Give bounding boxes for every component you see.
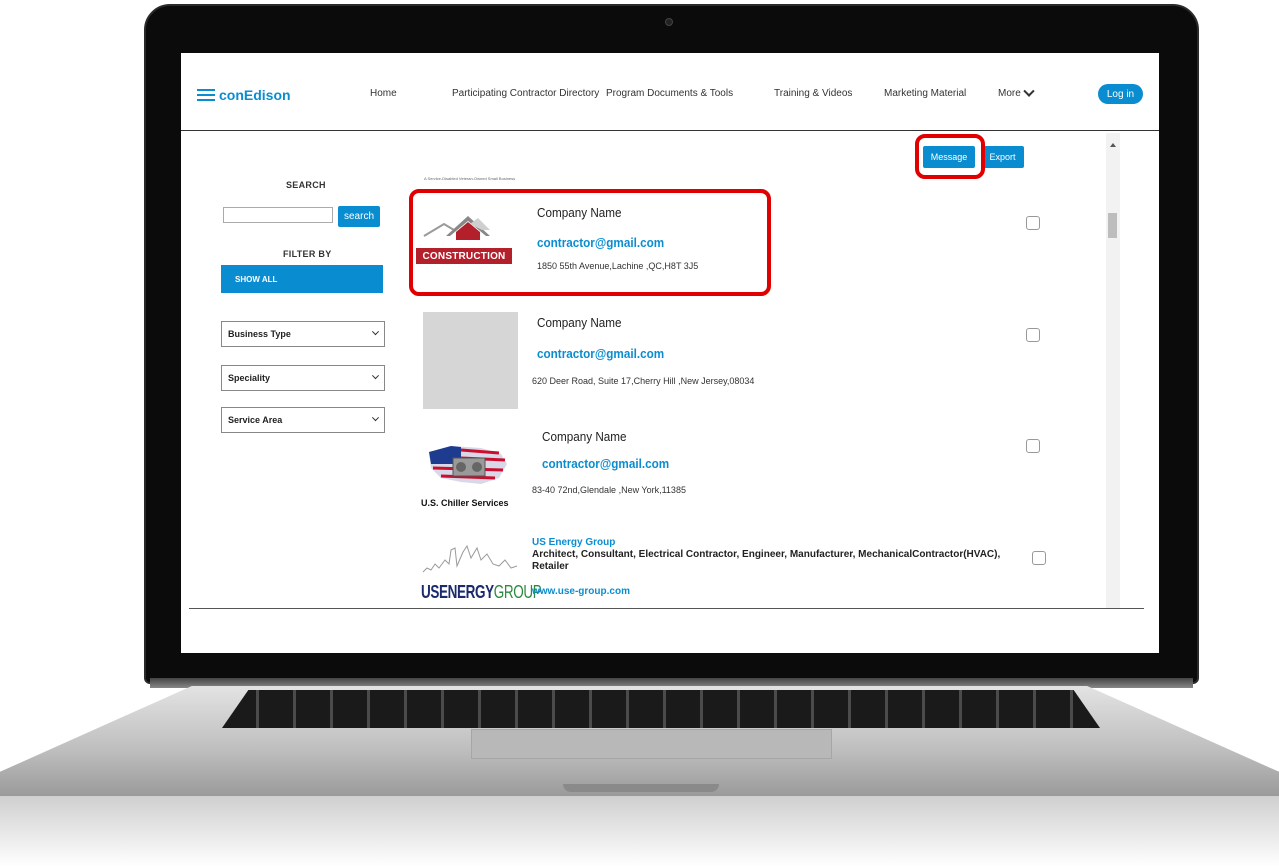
chevron-down-icon: [371, 371, 380, 379]
nav-more-label: More: [998, 88, 1021, 99]
base-notch: [563, 784, 719, 792]
top-navigation: conEdison Home Participating Contractor …: [181, 53, 1159, 131]
chevron-down-icon: [1023, 85, 1035, 97]
scrollbar[interactable]: [1106, 133, 1120, 608]
content-divider: [189, 608, 1144, 609]
search-title: SEARCH: [286, 180, 326, 190]
business-type-select[interactable]: Business Type: [221, 321, 385, 347]
trackpad: [471, 729, 832, 759]
search-button[interactable]: search: [338, 206, 380, 227]
company-categories: Architect, Consultant, Electrical Contra…: [532, 549, 1001, 572]
select-checkbox[interactable]: [1032, 551, 1046, 565]
brand-logo[interactable]: conEdison: [197, 87, 291, 103]
city-skyline-icon: [422, 544, 518, 573]
company-name[interactable]: US Energy Group: [532, 537, 615, 548]
chiller-logo: U.S. Chiller Services: [421, 438, 521, 508]
show-all-button[interactable]: SHOW ALL: [221, 265, 383, 293]
login-button[interactable]: Log in: [1098, 84, 1143, 104]
screen: conEdison Home Participating Contractor …: [181, 53, 1159, 653]
select-checkbox[interactable]: [1026, 439, 1040, 453]
nav-training-videos[interactable]: Training & Videos: [774, 88, 852, 99]
business-type-label: Business Type: [228, 329, 291, 339]
company-address: 83-40 72nd,Glendale ,New York,11385: [532, 485, 686, 495]
company-email[interactable]: contractor@gmail.com: [542, 456, 669, 471]
service-area-select[interactable]: Service Area: [221, 407, 385, 433]
con-edison-logo-icon: [197, 88, 215, 102]
export-button[interactable]: Export: [981, 146, 1024, 168]
keyboard: [222, 690, 1100, 728]
us-energy-logo: USENERGYGROUP: [421, 538, 542, 608]
company-address: 620 Deer Road, Suite 17,Cherry Hill ,New…: [532, 376, 755, 386]
select-checkbox[interactable]: [1026, 328, 1040, 342]
nav-home[interactable]: Home: [370, 88, 397, 99]
select-checkbox[interactable]: [1026, 216, 1040, 230]
speciality-select[interactable]: Speciality: [221, 365, 385, 391]
chevron-down-icon: [371, 413, 380, 421]
brand-name: conEdison: [219, 87, 291, 103]
service-area-label: Service Area: [228, 415, 283, 425]
speciality-label: Speciality: [228, 373, 271, 383]
scrollbar-thumb[interactable]: [1108, 213, 1117, 238]
base-shadow: [0, 796, 1279, 867]
veteran-caption: A Service-Disabled Veteran-Owned Small B…: [424, 176, 516, 181]
us-flag-map-icon: [429, 446, 507, 484]
filter-by-title: FILTER BY: [283, 249, 332, 259]
webcam-icon: [665, 18, 673, 26]
listing-highlight: [409, 189, 771, 296]
company-name: Company Name: [542, 429, 627, 444]
us-energy-logo-text-a: USENERGY: [421, 582, 494, 602]
nav-marketing-material[interactable]: Marketing Material: [884, 88, 966, 99]
message-highlight: [915, 134, 985, 179]
company-name: Company Name: [537, 315, 622, 330]
nav-contractor-directory[interactable]: Participating Contractor Directory: [452, 88, 599, 99]
company-image-placeholder: [423, 312, 518, 409]
us-energy-logo-text: USENERGYGROUP: [421, 582, 542, 603]
nav-more[interactable]: More: [998, 85, 1035, 99]
chevron-down-icon: [371, 327, 380, 335]
scroll-up-arrow-icon[interactable]: [1110, 143, 1116, 147]
search-input[interactable]: [223, 207, 333, 223]
nav-program-documents[interactable]: Program Documents & Tools: [606, 88, 733, 99]
company-email[interactable]: contractor@gmail.com: [537, 346, 664, 361]
company-website-link[interactable]: www.use-group.com: [532, 586, 630, 597]
chiller-logo-text: U.S. Chiller Services: [421, 498, 509, 508]
